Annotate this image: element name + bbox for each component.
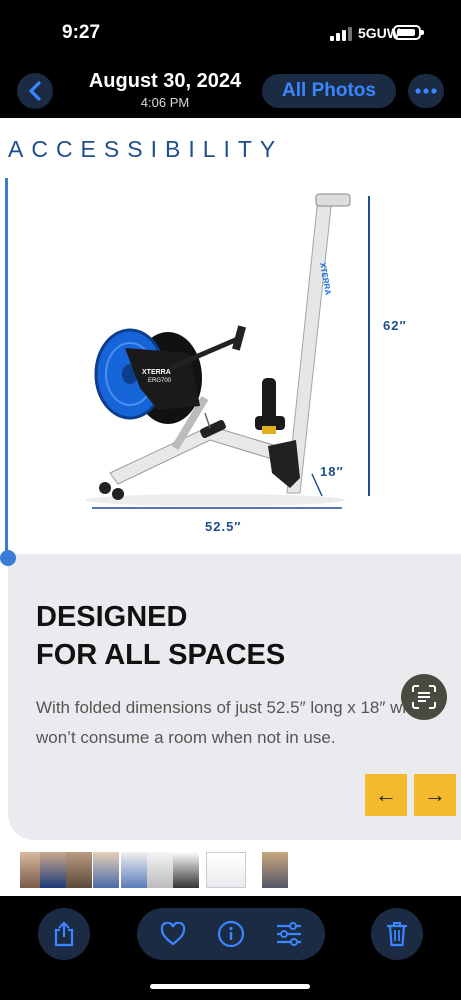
sliders-icon [277, 922, 301, 946]
home-indicator[interactable] [150, 984, 310, 989]
heart-icon [160, 922, 186, 946]
panel-title-line-1: DESIGNED [36, 601, 188, 633]
height-dimension: 62″ [383, 318, 407, 333]
thumbnail[interactable] [262, 852, 288, 888]
scroll-marker [0, 550, 16, 566]
thumbnail-strip[interactable] [0, 842, 461, 896]
prev-arrow-button: ← [365, 774, 407, 816]
thumbnail-current[interactable] [206, 852, 246, 888]
thumbnail[interactable] [40, 852, 66, 888]
thumbnail[interactable] [66, 852, 92, 888]
thumbnail[interactable] [93, 852, 119, 888]
info-button[interactable] [217, 920, 245, 948]
info-icon [217, 920, 245, 948]
photo-nav-bar: August 30, 2024 4:06 PM All Photos [0, 62, 461, 118]
share-button[interactable] [38, 908, 90, 960]
width-dimension: 18″ [320, 464, 344, 479]
signal-icon [330, 27, 352, 41]
action-group [137, 908, 325, 960]
panel-title: DESIGNED FOR ALL SPACES [36, 598, 285, 674]
photo-viewer[interactable]: ACCESSIBILITY XTERRA XTERRA ERG700 62″ 1… [0, 118, 461, 842]
trash-icon [387, 922, 407, 947]
thumbnail[interactable] [173, 852, 199, 888]
live-text-button[interactable] [401, 674, 447, 720]
favorite-button[interactable] [159, 920, 187, 948]
thumbnail[interactable] [147, 852, 173, 888]
all-photos-button[interactable]: All Photos [262, 74, 396, 108]
status-time: 9:27 [62, 22, 101, 43]
panel-title-line-2: FOR ALL SPACES [36, 639, 286, 671]
rowing-machine-image: XTERRA XTERRA ERG700 [85, 193, 370, 509]
feature-panel: DESIGNED FOR ALL SPACES With folded dime… [8, 554, 461, 840]
adjust-button[interactable] [275, 920, 303, 948]
status-bar: 9:27 5GUW [0, 0, 461, 62]
delete-button[interactable] [371, 908, 423, 960]
battery-icon [393, 25, 424, 40]
next-arrow-button: → [414, 774, 456, 816]
length-dimension: 52.5″ [205, 519, 242, 534]
thumbnail[interactable] [121, 852, 147, 888]
live-text-icon [412, 685, 436, 709]
svg-text:ERG700: ERG700 [148, 378, 172, 384]
share-icon [54, 921, 74, 947]
more-button[interactable] [408, 74, 444, 108]
accessibility-heading: ACCESSIBILITY [8, 136, 284, 162]
panel-description: With folded dimensions of just 52.5″ lon… [36, 698, 439, 747]
svg-text:XTERRA: XTERRA [142, 369, 171, 376]
bottom-toolbar [0, 896, 461, 1000]
ellipsis-icon [415, 88, 437, 94]
